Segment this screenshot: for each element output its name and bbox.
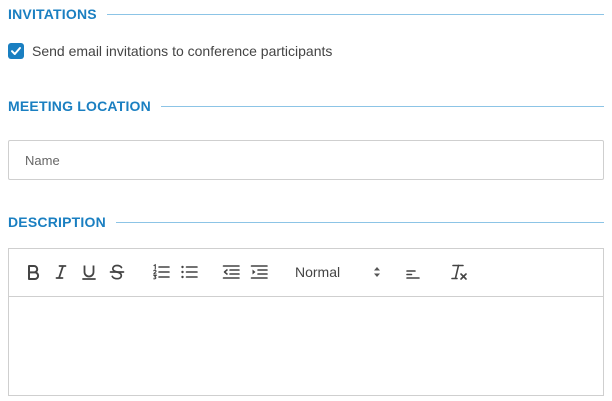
underline-icon (82, 265, 96, 280)
bold-icon (28, 265, 40, 280)
indent-button[interactable] (247, 260, 271, 284)
send-invitations-label: Send email invitations to conference par… (32, 43, 333, 59)
meeting-location-title: MEETING LOCATION (8, 98, 151, 114)
underline-button[interactable] (77, 260, 101, 284)
outdent-icon (222, 265, 240, 279)
indent-icon (250, 265, 268, 279)
clear-format-button[interactable] (447, 260, 471, 284)
editor-text-area[interactable] (9, 297, 603, 396)
bullet-list-button[interactable] (177, 260, 201, 284)
align-button[interactable] (401, 260, 425, 284)
bold-button[interactable] (21, 260, 45, 284)
section-divider (160, 105, 604, 107)
editor-toolbar: Normal (9, 249, 603, 297)
send-invitations-checkbox[interactable] (8, 43, 24, 59)
description-title: DESCRIPTION (8, 214, 106, 230)
location-name-input[interactable] (8, 140, 604, 180)
invitations-header: INVITATIONS (8, 6, 604, 22)
italic-button[interactable] (49, 260, 73, 284)
description-editor: Normal (8, 248, 604, 396)
select-arrows-icon (374, 267, 380, 277)
outdent-button[interactable] (219, 260, 243, 284)
text-format-select[interactable]: Normal (295, 260, 381, 284)
ordered-list-icon (153, 263, 170, 280)
invitations-title: INVITATIONS (8, 6, 97, 22)
meeting-location-header: MEETING LOCATION (8, 98, 604, 114)
text-format-value: Normal (295, 264, 341, 280)
align-icon (406, 270, 420, 279)
description-header: DESCRIPTION (8, 214, 604, 230)
strikethrough-button[interactable] (105, 260, 129, 284)
section-divider (106, 13, 604, 15)
send-invitations-row[interactable]: Send email invitations to conference par… (8, 43, 332, 59)
ordered-list-button[interactable] (149, 260, 173, 284)
bullet-list-icon (181, 265, 198, 279)
checkmark-icon (11, 47, 21, 55)
clear-format-icon (451, 264, 467, 280)
italic-icon (55, 265, 67, 279)
strikethrough-icon (109, 264, 125, 280)
section-divider (115, 221, 604, 223)
